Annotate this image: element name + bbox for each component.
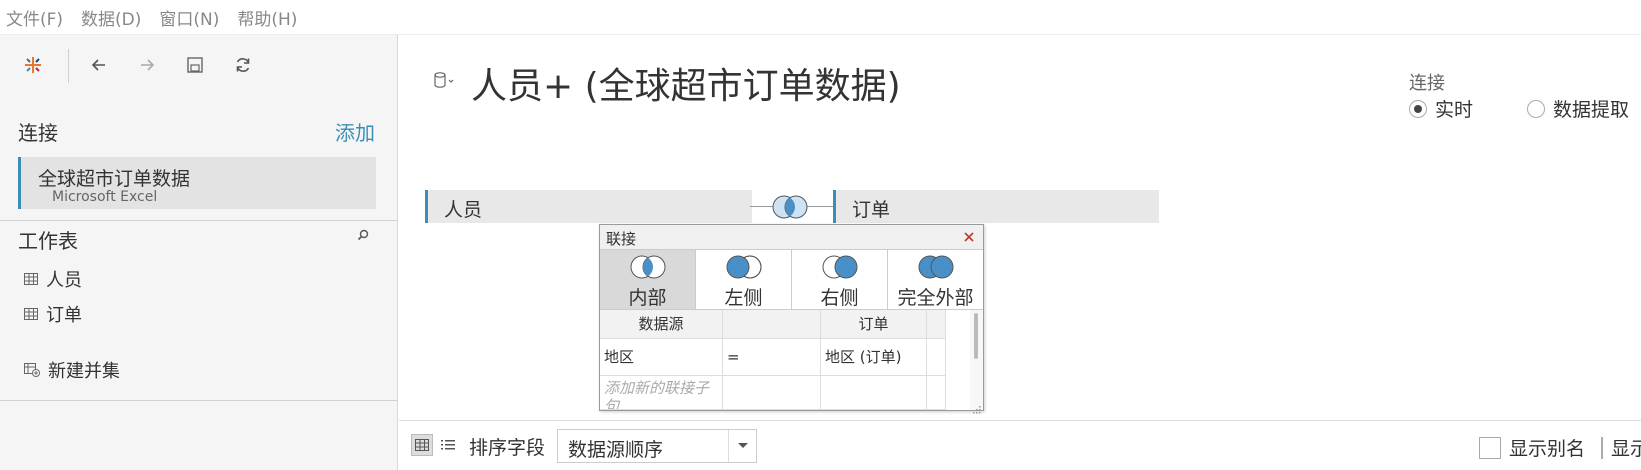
bottom-bar: 排序字段 数据源顺序 显示别名 显示隐藏字段 [399, 420, 1641, 470]
join-dialog: 联接 内部 左侧 右侧 完全外部 数据源 订单 地区 = 地区 (订单) 添加新… [599, 224, 984, 414]
connection-type: Microsoft Excel [52, 189, 158, 205]
join-type-selector: 内部 左侧 右侧 完全外部 [600, 250, 983, 310]
resize-grip-icon[interactable] [972, 399, 981, 414]
radio-label: 实时 [1435, 99, 1474, 121]
sheets-title: 工作表 [18, 229, 78, 253]
join-type-label: 右侧 [820, 287, 859, 309]
sheet-item-orders[interactable]: 订单 [24, 301, 82, 327]
grid-cell-spacer [927, 376, 946, 410]
grid-header-spacer [927, 310, 946, 339]
right-table-bar[interactable]: 订单 [833, 190, 1159, 223]
sheet-table-icon [24, 308, 38, 320]
sheet-label: 订单 [46, 305, 82, 326]
checkbox-box [1601, 436, 1603, 459]
show-alias-checkbox[interactable]: 显示别名 [1479, 434, 1585, 461]
search-icon[interactable] [356, 227, 374, 245]
back-icon[interactable] [86, 52, 112, 78]
checkbox-box [1479, 436, 1501, 459]
menu-data[interactable]: 数据(D) [81, 5, 141, 30]
sort-fields-label: 排序字段 [469, 437, 546, 459]
connection-item[interactable]: 全球超市订单数据 Microsoft Excel [18, 157, 376, 209]
sort-order-select[interactable]: 数据源顺序 [557, 429, 757, 463]
save-icon[interactable] [182, 52, 208, 78]
radio-label: 数据提取 [1553, 99, 1630, 121]
left-pane: 连接 添加 全球超市订单数据 Microsoft Excel 工作表 人员 订单… [0, 35, 398, 470]
connections-title: 连接 [18, 121, 58, 145]
toolbar-separator [68, 49, 69, 83]
inner-join-icon [630, 255, 665, 279]
new-union-item[interactable]: 新建并集 [24, 357, 120, 383]
radio-circle [1527, 99, 1545, 118]
add-connection-link[interactable]: 添加 [335, 117, 375, 146]
table-label: 人员 [444, 199, 483, 221]
sheet-label: 人员 [46, 270, 82, 291]
new-union-label: 新建并集 [48, 361, 120, 382]
grid-header-right: 订单 [821, 310, 927, 339]
right-join-icon [822, 255, 857, 279]
clause-left-field[interactable]: 地区 [600, 339, 723, 376]
grid-header-left: 数据源 [600, 310, 723, 339]
checkbox-label: 显示别名 [1509, 438, 1586, 460]
join-type-full-outer[interactable]: 完全外部 [888, 250, 983, 309]
menu-file[interactable]: 文件(F) [6, 5, 63, 30]
inner-join-venn-icon[interactable] [770, 194, 810, 224]
section-divider [0, 400, 397, 401]
tableau-window: 文件(F) 数据(D) 窗口(N) 帮助(H) 连接 添加 全球超市订单数据 M… [0, 0, 1641, 470]
section-divider [0, 220, 397, 221]
left-table-bar[interactable]: 人员 [425, 190, 752, 223]
live-radio[interactable]: 实时 [1409, 95, 1473, 122]
database-icon[interactable] [432, 71, 456, 95]
chevron-down-icon[interactable] [728, 430, 756, 462]
connection-name: 全球超市订单数据 [38, 168, 191, 190]
clause-right-field[interactable]: 地区 (订单) [821, 339, 927, 376]
close-icon[interactable] [961, 227, 979, 245]
radio-circle [1409, 99, 1427, 118]
dialog-title: 联接 [606, 230, 637, 248]
data-source-title[interactable]: 人员+ (全球超市订单数据) [471, 57, 901, 109]
forward-icon[interactable] [134, 52, 160, 78]
menu-window[interactable]: 窗口(N) [159, 5, 219, 30]
menu-help[interactable]: 帮助(H) [237, 5, 297, 30]
tableau-logo-icon[interactable] [20, 52, 46, 78]
sort-order-value: 数据源顺序 [568, 439, 664, 461]
grid-cell-spacer [927, 339, 946, 376]
join-type-right[interactable]: 右侧 [792, 250, 888, 309]
connection-mode-label: 连接 [1409, 73, 1445, 94]
grid-cell-empty [821, 376, 927, 410]
sheet-item-people[interactable]: 人员 [24, 266, 82, 292]
show-hidden-fields-checkbox[interactable]: 显示隐藏字段 [1601, 434, 1641, 461]
union-icon [24, 363, 40, 377]
join-type-label: 左侧 [724, 287, 763, 309]
join-type-left[interactable]: 左侧 [696, 250, 792, 309]
menu-bar: 文件(F) 数据(D) 窗口(N) 帮助(H) [0, 0, 1641, 35]
scrollbar-thumb[interactable] [974, 313, 978, 359]
join-type-inner[interactable]: 内部 [600, 250, 696, 309]
list-view-icon[interactable] [437, 434, 459, 456]
clause-operator[interactable]: = [723, 339, 821, 376]
checkbox-label: 显示隐藏字段 [1611, 438, 1641, 460]
add-join-clause[interactable]: 添加新的联接子句 [600, 376, 723, 410]
grid-header-operator [723, 310, 821, 339]
full-outer-join-icon [918, 255, 953, 279]
main-area: 人员+ (全球超市订单数据) 连接 实时 数据提取 人员 订单 联接 内部 左侧… [399, 35, 1641, 470]
join-clause-grid: 数据源 订单 地区 = 地区 (订单) 添加新的联接子句 [600, 310, 965, 410]
table-label: 订单 [852, 199, 891, 221]
toolbar [0, 35, 397, 95]
join-type-label: 完全外部 [897, 287, 974, 309]
grid-view-icon[interactable] [411, 434, 433, 456]
join-type-label: 内部 [628, 287, 667, 309]
grid-cell-empty [723, 376, 821, 410]
refresh-icon[interactable] [230, 52, 256, 78]
dialog-header: 联接 [600, 225, 983, 250]
sheet-table-icon [24, 273, 38, 285]
vertical-scrollbar[interactable] [970, 310, 983, 410]
extract-radio[interactable]: 数据提取 [1527, 95, 1629, 122]
left-join-icon [726, 255, 761, 279]
